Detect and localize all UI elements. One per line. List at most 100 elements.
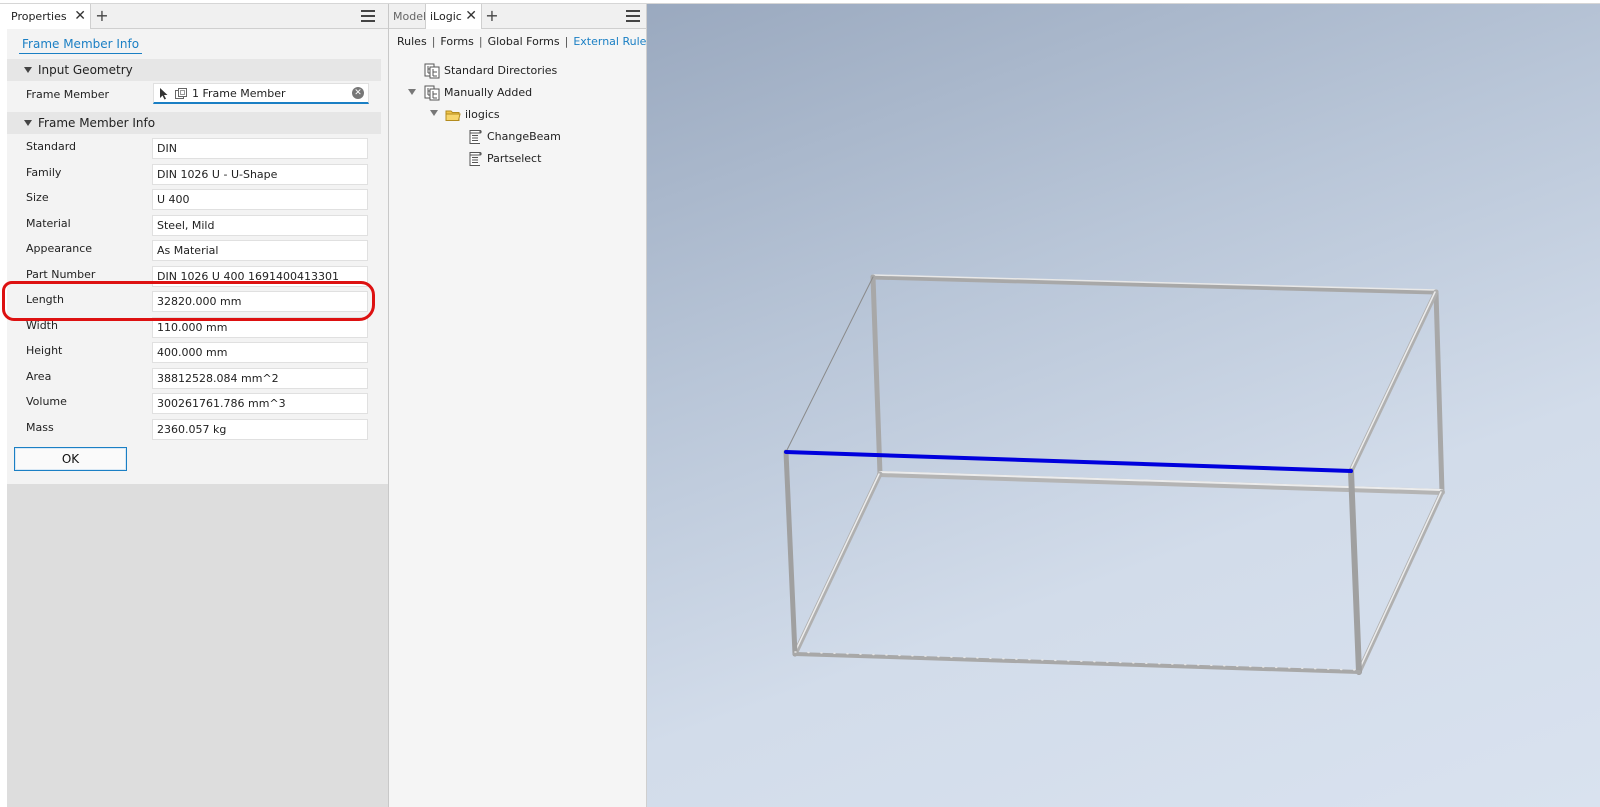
properties-tabbar: Properties ✕ +: [7, 4, 388, 29]
tree-label: Partselect: [487, 152, 542, 165]
property-label: Standard: [26, 140, 77, 153]
tree-label: Manually Added: [444, 86, 533, 99]
section-input-geometry[interactable]: Input Geometry: [7, 59, 381, 81]
property-row-material: Material Steel, Mild: [7, 213, 381, 237]
property-value[interactable]: U 400: [152, 189, 368, 210]
frame-member-beam[interactable]: [793, 652, 1361, 674]
subnav-rules[interactable]: Rules: [397, 35, 427, 48]
frame-member-beam[interactable]: [1348, 289, 1439, 474]
menu-icon[interactable]: [361, 10, 375, 22]
property-value[interactable]: DIN 1026 U 400 1691400413301: [152, 266, 368, 287]
folder-icon: [445, 110, 461, 121]
add-tab-icon[interactable]: +: [93, 4, 111, 29]
property-label: Size: [26, 191, 49, 204]
property-value[interactable]: 300261761.786 mm^3: [152, 393, 368, 414]
collapse-triangle-icon: [24, 120, 32, 126]
graphics-viewport[interactable]: [647, 4, 1600, 807]
frame-member-selector[interactable]: 1 Frame Member ✕: [153, 83, 369, 104]
section-frame-member-info-label: Frame Member Info: [38, 116, 156, 130]
property-row-width: Width 110.000 mm: [7, 315, 381, 339]
property-value[interactable]: DIN: [152, 138, 368, 159]
property-label: Part Number: [26, 268, 96, 281]
property-value[interactable]: 110.000 mm: [152, 317, 368, 338]
tree-item-folder-ilogics[interactable]: ilogics: [445, 106, 500, 124]
property-label: Mass: [26, 421, 54, 434]
directory-tree-icon: [424, 63, 440, 79]
tree-item-rule-partselect[interactable]: Partselect: [467, 150, 541, 168]
frame-member-beam[interactable]: [1348, 468, 1362, 675]
properties-panel: Properties ✕ + Frame Member Info Input G…: [7, 4, 389, 807]
frame-member-label: Frame Member: [26, 88, 110, 101]
tree-item-manually-added[interactable]: Manually Added: [424, 84, 532, 102]
section-frame-member-info[interactable]: Frame Member Info: [7, 112, 381, 134]
frame-member-beam[interactable]: [870, 274, 883, 477]
expand-triangle-icon[interactable]: [430, 110, 438, 116]
ilogic-tabbar: Model iLogic ✕ +: [389, 4, 646, 29]
property-label: Width: [26, 319, 58, 332]
subnav-forms[interactable]: Forms: [440, 35, 473, 48]
tab-model[interactable]: Model: [389, 4, 426, 29]
property-label: Appearance: [26, 242, 93, 255]
property-row-mass: Mass 2360.057 kg: [7, 417, 381, 441]
property-value[interactable]: 38812528.084 mm^2: [152, 368, 368, 389]
property-label: Volume: [26, 395, 67, 408]
property-label: Length: [26, 293, 64, 306]
expand-triangle-icon[interactable]: [408, 89, 416, 95]
tree-label: ilogics: [465, 108, 500, 121]
frame-member-icon: [175, 88, 187, 99]
tab-properties[interactable]: Properties ✕: [7, 4, 91, 29]
frame-member-beam[interactable]: [870, 274, 1439, 295]
frame-member-beam[interactable]: [792, 471, 883, 657]
property-value[interactable]: As Material: [152, 240, 368, 261]
tree-label: ChangeBeam: [487, 130, 561, 143]
subnav-global-forms[interactable]: Global Forms: [488, 35, 560, 48]
section-input-geometry-label: Input Geometry: [38, 63, 133, 77]
separator: |: [431, 35, 436, 48]
subnav-external-rules[interactable]: External Rules: [573, 35, 652, 48]
property-label: Area: [26, 370, 52, 383]
property-row-family: Family DIN 1026 U - U-Shape: [7, 162, 381, 186]
rule-script-icon: [469, 130, 482, 144]
tree-item-rule-changebeam[interactable]: ChangeBeam: [467, 128, 561, 146]
ilogic-subnav: Rules | Forms | Global Forms | External Rules: [397, 35, 656, 48]
property-row-length: Length 32820.000 mm: [7, 289, 381, 313]
property-value[interactable]: 32820.000 mm: [152, 291, 368, 312]
frame-member-beam[interactable]: [783, 449, 798, 657]
property-label: Material: [26, 217, 71, 230]
close-icon[interactable]: ✕: [74, 4, 86, 29]
close-icon[interactable]: ✕: [465, 4, 477, 29]
frame-member-info-link[interactable]: Frame Member Info: [19, 36, 143, 54]
property-label: Height: [26, 344, 63, 357]
frame-member-beam[interactable]: [877, 471, 1445, 495]
ok-button[interactable]: OK: [14, 447, 127, 471]
property-row-volume: Volume 300261761.786 mm^3: [7, 391, 381, 415]
property-value[interactable]: 400.000 mm: [152, 342, 368, 363]
ilogic-panel: Model iLogic ✕ + Rules | Forms | Global Form…: [389, 4, 652, 807]
select-cursor-icon: [160, 88, 168, 100]
tree-item-standard-directories[interactable]: Standard Directories: [424, 62, 557, 80]
tree-label: Standard Directories: [444, 64, 558, 77]
add-tab-icon[interactable]: +: [483, 4, 501, 29]
properties-body: Frame Member Info Input Geometry Frame M…: [7, 29, 388, 484]
property-value[interactable]: DIN 1026 U - U-Shape: [152, 164, 368, 185]
property-row-area: Area 38812528.084 mm^2: [7, 366, 381, 390]
frame-model[interactable]: [647, 4, 1600, 807]
property-label: Family: [26, 166, 62, 179]
property-value[interactable]: 2360.057 kg: [152, 419, 368, 440]
frame-member-beam[interactable]: [1356, 489, 1445, 675]
clear-selection-icon[interactable]: ✕: [352, 87, 364, 99]
separator: |: [478, 35, 483, 48]
frame-member-value: 1 Frame Member: [192, 87, 286, 100]
frame-member-beam[interactable]: [785, 276, 874, 453]
tab-properties-label: Properties: [11, 10, 67, 23]
selected-frame-member[interactable]: [784, 450, 1353, 473]
menu-icon[interactable]: [626, 10, 640, 22]
property-row-height: Height 400.000 mm: [7, 340, 381, 364]
property-row-part-number: Part Number DIN 1026 U 400 1691400413301: [7, 264, 381, 288]
frame-member-beam[interactable]: [1433, 289, 1445, 495]
tab-ilogic[interactable]: iLogic ✕: [426, 4, 482, 29]
separator: |: [564, 35, 569, 48]
property-value[interactable]: Steel, Mild: [152, 215, 368, 236]
frame-members[interactable]: [783, 274, 1445, 675]
collapse-triangle-icon: [24, 67, 32, 73]
